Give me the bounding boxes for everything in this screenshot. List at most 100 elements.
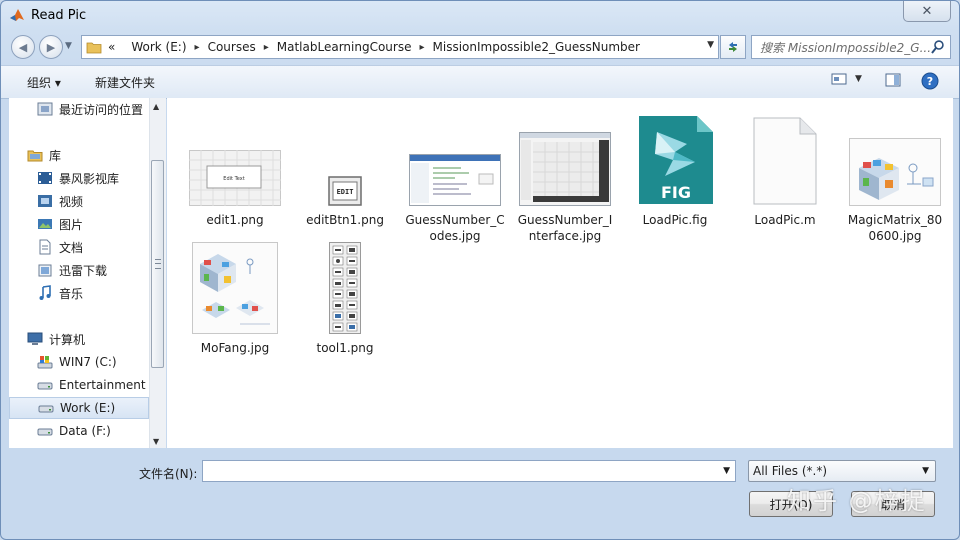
system-drive-icon xyxy=(37,356,53,369)
sidebar-item-library[interactable]: 库 xyxy=(27,144,167,166)
file-name: MoFang.jpg xyxy=(200,341,270,355)
help-icon: ? xyxy=(921,72,939,90)
svg-text:?: ? xyxy=(927,75,933,88)
file-name: GuessNumber_Codes.jpg xyxy=(405,213,505,243)
sidebar-item-drive-e[interactable]: Work (E:) xyxy=(9,397,149,419)
navigation-pane: 最近访问的位置 库 暴风影视库 视频 图片 文档 迅雷下载 音乐 计算机 WIN… xyxy=(9,98,166,448)
image-thumbnail xyxy=(519,114,611,206)
thumb-text: Edit Text xyxy=(223,176,244,182)
file-item-guessnumber-codes[interactable]: GuessNumber_Codes.jpg xyxy=(405,114,505,244)
search-box[interactable]: 搜索 MissionImpossible2_G... xyxy=(751,35,951,59)
command-toolbar: 组织 ▾ 新建文件夹 ▼ ? xyxy=(1,65,959,99)
filename-combobox[interactable]: ▼ xyxy=(202,460,736,482)
drive-icon xyxy=(38,405,54,413)
view-dropdown-icon[interactable]: ▼ xyxy=(855,74,862,84)
file-item-loadpic-m[interactable]: LoadPic.m xyxy=(735,106,835,228)
file-item-guessnumber-interface[interactable]: GuessNumber_Interface.jpg xyxy=(515,114,615,244)
sidebar-item-computer[interactable]: 计算机 xyxy=(27,328,167,350)
address-dropdown-icon[interactable]: ▼ xyxy=(707,40,714,50)
file-name: GuessNumber_Interface.jpg xyxy=(517,213,613,243)
refresh-icon xyxy=(729,42,737,52)
file-name: LoadPic.fig xyxy=(642,213,708,227)
scroll-down-icon[interactable]: ▼ xyxy=(153,437,159,446)
pictures-icon xyxy=(38,219,52,229)
file-list: Edit Text edit1.png EDIT editBtn1.png Gu… xyxy=(167,98,953,448)
help-button[interactable]: ? xyxy=(921,72,939,90)
breadcrumb-separator-icon[interactable]: ▸ xyxy=(264,42,269,53)
scroll-up-icon[interactable]: ▲ xyxy=(153,102,159,111)
sidebar-item-label: Work (E:) xyxy=(60,401,116,415)
image-thumbnail xyxy=(409,114,501,206)
breadcrumb-matlab-course[interactable]: MatlabLearningCourse xyxy=(277,40,412,54)
matlab-logo-icon xyxy=(10,9,24,21)
sidebar-item-label: Data (F:) xyxy=(59,424,111,438)
computer-icon xyxy=(27,332,43,345)
scrollbar-thumb[interactable] xyxy=(151,160,164,368)
file-item-editbtn1[interactable]: EDIT editBtn1.png xyxy=(295,114,395,228)
forward-arrow-icon: ▶ xyxy=(46,40,56,54)
drive-icon xyxy=(37,382,53,390)
forward-button[interactable]: ▶ xyxy=(39,35,63,59)
open-button[interactable]: 打开(O) xyxy=(749,491,833,517)
sidebar-item-label: WIN7 (C:) xyxy=(59,355,117,369)
image-thumbnail: EDIT xyxy=(299,114,391,206)
file-name: editBtn1.png xyxy=(306,213,384,227)
back-arrow-icon: ◀ xyxy=(18,40,28,54)
sidebar-item-label: 计算机 xyxy=(49,332,86,347)
close-icon: ✕ xyxy=(921,3,933,19)
folder-icon xyxy=(86,42,102,54)
address-bar[interactable]: « Work (E:) ▸ Courses ▸ MatlabLearningCo… xyxy=(81,35,719,59)
sidebar-item-label: 迅雷下载 xyxy=(59,263,108,278)
file-type-select[interactable]: All Files (*.*) ▼ xyxy=(748,460,936,482)
file-dialog-window: Read Pic ✕ ◀ ▶ ▼ « Work (E:) ▸ Courses ▸… xyxy=(0,0,960,540)
search-icon[interactable] xyxy=(930,39,946,55)
thumb-text: EDIT xyxy=(337,188,354,196)
file-name: LoadPic.m xyxy=(754,213,816,227)
file-item-mofang[interactable]: MoFang.jpg xyxy=(185,242,285,356)
recent-pages-dropdown[interactable]: ▼ xyxy=(65,41,72,51)
filename-dropdown-icon[interactable]: ▼ xyxy=(723,466,730,476)
window-title: Read Pic xyxy=(31,8,87,23)
change-view-icon[interactable] xyxy=(831,72,847,86)
breadcrumb-separator-icon[interactable]: ▸ xyxy=(419,42,424,53)
file-name: edit1.png xyxy=(206,213,264,227)
image-thumbnail xyxy=(849,114,941,206)
sidebar-item-label: 最近访问的位置 xyxy=(59,102,144,117)
image-thumbnail: Edit Text xyxy=(189,114,281,206)
file-type-dropdown-icon: ▼ xyxy=(922,466,929,476)
breadcrumb-courses[interactable]: Courses xyxy=(208,40,256,54)
file-item-magicmatrix[interactable]: MagicMatrix_800600.jpg xyxy=(845,114,945,244)
preview-pane-icon xyxy=(885,73,901,87)
cancel-button[interactable]: 取消 xyxy=(851,491,935,517)
file-item-tool1[interactable]: tool1.png xyxy=(295,242,395,356)
sidebar-item-label: 音乐 xyxy=(59,286,84,301)
preview-pane-toggle[interactable] xyxy=(885,72,901,88)
organize-menu-button[interactable]: 组织 ▾ xyxy=(27,74,61,91)
library-icon xyxy=(27,150,43,162)
grip-icon xyxy=(155,259,161,269)
sidebar-item-label: 暴风影视库 xyxy=(59,171,120,186)
refresh-button[interactable] xyxy=(720,35,746,59)
file-type-value: All Files (*.*) xyxy=(753,464,828,478)
fig-file-icon: FIG xyxy=(629,106,721,206)
dialog-footer: 文件名(N): ▼ All Files (*.*) ▼ 打开(O) 取消 xyxy=(1,449,959,539)
sidebar-item-label: 库 xyxy=(49,148,62,163)
breadcrumb-work-drive[interactable]: Work (E:) xyxy=(131,40,186,54)
fig-badge-text: FIG xyxy=(661,183,691,202)
file-item-loadpic-fig[interactable]: FIG LoadPic.fig xyxy=(625,106,725,228)
music-icon xyxy=(39,285,51,300)
view-options: ▼ xyxy=(831,72,862,86)
breadcrumb-current-folder[interactable]: MissionImpossible2_GuessNumber xyxy=(433,40,640,54)
file-name: MagicMatrix_800600.jpg xyxy=(847,213,943,243)
sidebar-item-label: Entertainment ( xyxy=(59,378,155,392)
close-button[interactable]: ✕ xyxy=(903,1,951,22)
new-folder-button[interactable]: 新建文件夹 xyxy=(95,74,155,91)
breadcrumb-separator-icon[interactable]: ▸ xyxy=(195,42,200,53)
breadcrumb-overflow[interactable]: « xyxy=(108,40,115,54)
back-button[interactable]: ◀ xyxy=(11,35,35,59)
video-library-icon xyxy=(38,172,52,184)
documents-icon xyxy=(39,239,51,255)
sidebar-scrollbar[interactable]: ▲ ▼ xyxy=(149,98,166,448)
file-item-edit1[interactable]: Edit Text edit1.png xyxy=(185,114,285,228)
search-input[interactable]: 搜索 MissionImpossible2_G... xyxy=(752,39,930,56)
